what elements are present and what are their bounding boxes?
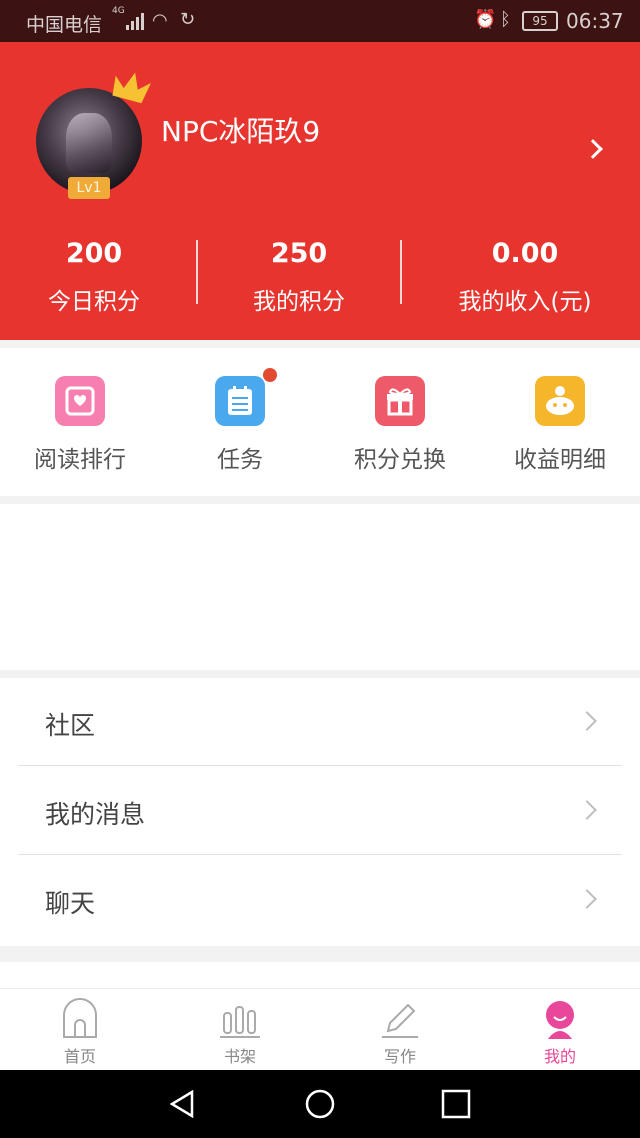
bookshelf-icon: [218, 997, 262, 1041]
tab-home[interactable]: 首页: [0, 997, 160, 1067]
stat-label: 今日积分: [48, 289, 140, 315]
stat-label: 我的积分: [253, 289, 345, 315]
tab-label: 首页: [63, 1047, 96, 1066]
status-bar: 中国电信 4G ◠ ↻ ⏰ ᛒ 95 06:37: [0, 0, 640, 42]
tab-mine[interactable]: 我的: [480, 997, 640, 1067]
banner-area: [0, 504, 640, 670]
battery-icon: 95: [522, 11, 558, 31]
home-circle-icon[interactable]: [304, 1088, 336, 1120]
gift-icon: [375, 376, 425, 426]
clock: 06:37: [566, 9, 624, 33]
stat-divider: [196, 240, 198, 304]
quick-action-label: 积分兑换: [354, 447, 446, 473]
quick-action-reading-rank[interactable]: 阅读排行: [0, 376, 160, 474]
profile-icon: [538, 997, 582, 1041]
wifi-icon: ◠: [152, 10, 168, 31]
system-nav-bar: [0, 1070, 640, 1138]
bluetooth-icon: ᛒ: [500, 9, 511, 30]
menu-item-messages[interactable]: 我的消息: [18, 767, 622, 855]
chevron-right-icon: [577, 800, 597, 820]
home-icon: [58, 997, 102, 1041]
chevron-right-icon: [577, 711, 597, 731]
tab-label: 我的: [543, 1047, 576, 1066]
level-badge: Lv1: [68, 177, 110, 199]
alarm-icon: ⏰: [474, 9, 497, 30]
task-icon: [215, 376, 265, 426]
tab-writing[interactable]: 写作: [320, 997, 480, 1067]
menu-item-label: 聊天: [45, 889, 96, 918]
menu-item-chat[interactable]: 聊天: [18, 856, 622, 944]
quick-action-label: 阅读排行: [34, 447, 126, 473]
tab-label: 书架: [223, 1047, 256, 1066]
menu-list: 社区 我的消息 聊天: [0, 678, 640, 946]
avatar-figure: [66, 113, 112, 173]
stat-label: 我的收入(元): [458, 289, 592, 315]
bottom-tab-bar: 首页 书架 写作 我的: [0, 988, 640, 1070]
stat-today-points[interactable]: 200 今日积分: [34, 236, 154, 316]
tab-bookshelf[interactable]: 书架: [160, 997, 320, 1067]
crown-icon: [112, 72, 151, 104]
stat-value: 200: [65, 238, 123, 269]
reading-rank-icon: [55, 376, 105, 426]
recents-icon[interactable]: [440, 1088, 472, 1120]
quick-action-income-detail[interactable]: 收益明细: [480, 376, 640, 474]
stat-my-income[interactable]: 0.00 我的收入(元): [445, 236, 605, 316]
menu-item-label: 社区: [45, 711, 96, 740]
chevron-right-icon: [577, 889, 597, 909]
quick-action-points-exchange[interactable]: 积分兑换: [320, 376, 480, 474]
quick-actions: 阅读排行 任务 积分兑换 收益明细: [0, 348, 640, 496]
quick-action-task[interactable]: 任务: [160, 376, 320, 474]
network-type: 4G: [112, 6, 125, 16]
menu-item-label: 我的消息: [45, 800, 146, 829]
pencil-icon: [378, 997, 422, 1041]
back-icon[interactable]: [166, 1088, 198, 1120]
notification-dot: [263, 368, 277, 382]
signal-icon: [126, 12, 146, 30]
tab-label: 写作: [383, 1047, 416, 1066]
content-strip: [0, 962, 640, 988]
stat-value: 250: [270, 238, 328, 269]
quick-action-label: 收益明细: [514, 447, 606, 473]
username[interactable]: NPC冰陌玖9: [161, 110, 320, 150]
stat-value: 0.00: [491, 238, 559, 269]
stat-my-points[interactable]: 250 我的积分: [239, 236, 359, 316]
sync-icon: ↻: [180, 9, 196, 30]
stat-divider: [400, 240, 402, 304]
income-icon: [535, 376, 585, 426]
menu-item-community[interactable]: 社区: [18, 678, 622, 766]
carrier-label: 中国电信: [26, 14, 103, 36]
quick-action-label: 任务: [217, 447, 263, 473]
